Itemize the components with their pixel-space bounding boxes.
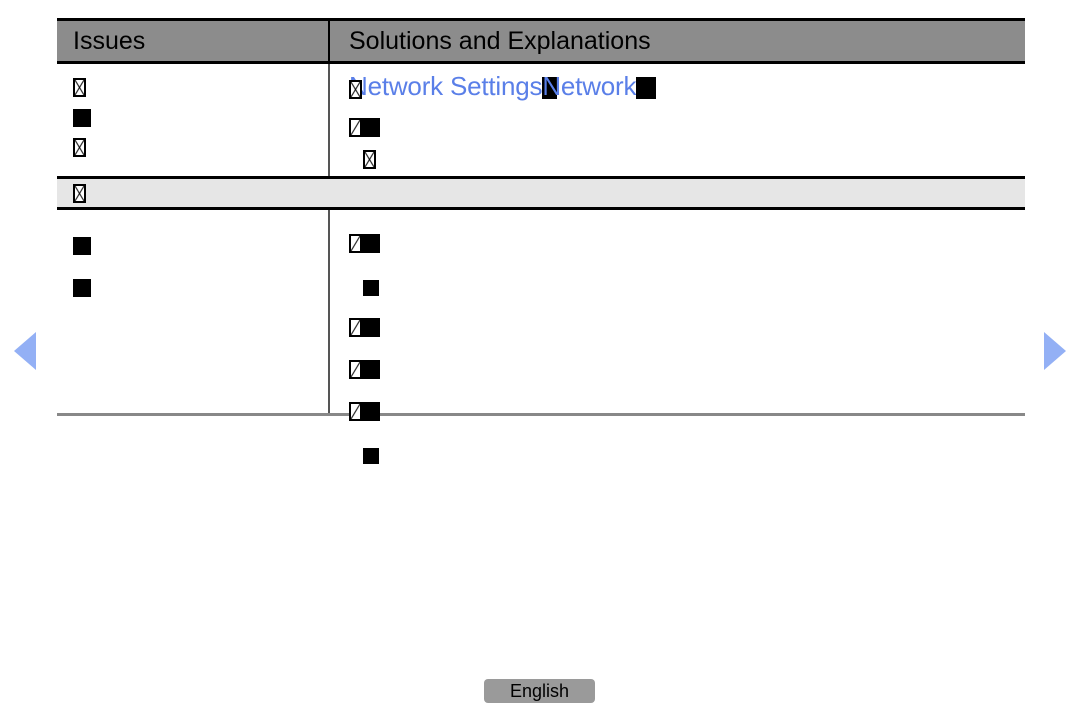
table-header-row: Issues Solutions and Explanations [57,18,1025,64]
black-box-glyph-icon [636,77,657,99]
black-box-glyph-icon [73,279,91,297]
missing-glyph-icon [73,78,86,97]
solution-item [349,273,1025,303]
solutions-cell-second [330,210,1025,464]
issue-item [73,103,328,133]
issue-item [73,133,328,163]
solution-item [349,399,1025,429]
black-box-glyph-icon [73,237,91,255]
solutions-cell-first: Network SettingsNetwork [330,64,1025,176]
issue-item [73,73,328,103]
black-box-glyph-icon [363,448,379,464]
issue-item [73,231,328,261]
table-banner-row [57,176,1025,210]
network-settings-link[interactable]: Network SettingsNetwork [349,69,1025,103]
missing-glyph-box-icon [349,402,380,421]
solution-item [349,231,1025,261]
issues-cell-second [57,210,330,413]
missing-glyph-box-icon [349,318,380,337]
solution-item [349,357,1025,387]
solution-item [349,115,1025,145]
solution-item [349,441,1025,471]
link-text-network-settings: Network Settings [349,71,543,101]
issues-solutions-table: Issues Solutions and Explanations Networ… [57,18,1025,464]
issue-item [73,273,328,303]
solution-item [349,145,1025,175]
missing-glyph-icon [363,150,376,169]
table-section-second [57,210,1025,464]
missing-glyph-box-icon [349,234,380,253]
next-page-arrow-icon[interactable] [1044,332,1066,370]
missing-glyph-icon [349,80,362,99]
missing-glyph-icon [73,138,86,157]
column-header-solutions: Solutions and Explanations [349,26,651,55]
missing-glyph-icon [73,183,86,203]
link-text-network: Network [542,71,637,101]
black-box-glyph-icon [363,280,379,296]
issues-cell-first [57,64,330,176]
missing-glyph-box-icon [349,118,380,137]
column-header-issues: Issues [57,21,330,61]
black-box-glyph-icon [73,109,91,127]
previous-page-arrow-icon[interactable] [14,332,36,370]
language-button[interactable]: English [484,679,595,703]
solution-item [349,315,1025,345]
missing-glyph-box-icon [349,360,380,379]
table-section-first: Network SettingsNetwork [57,64,1025,176]
